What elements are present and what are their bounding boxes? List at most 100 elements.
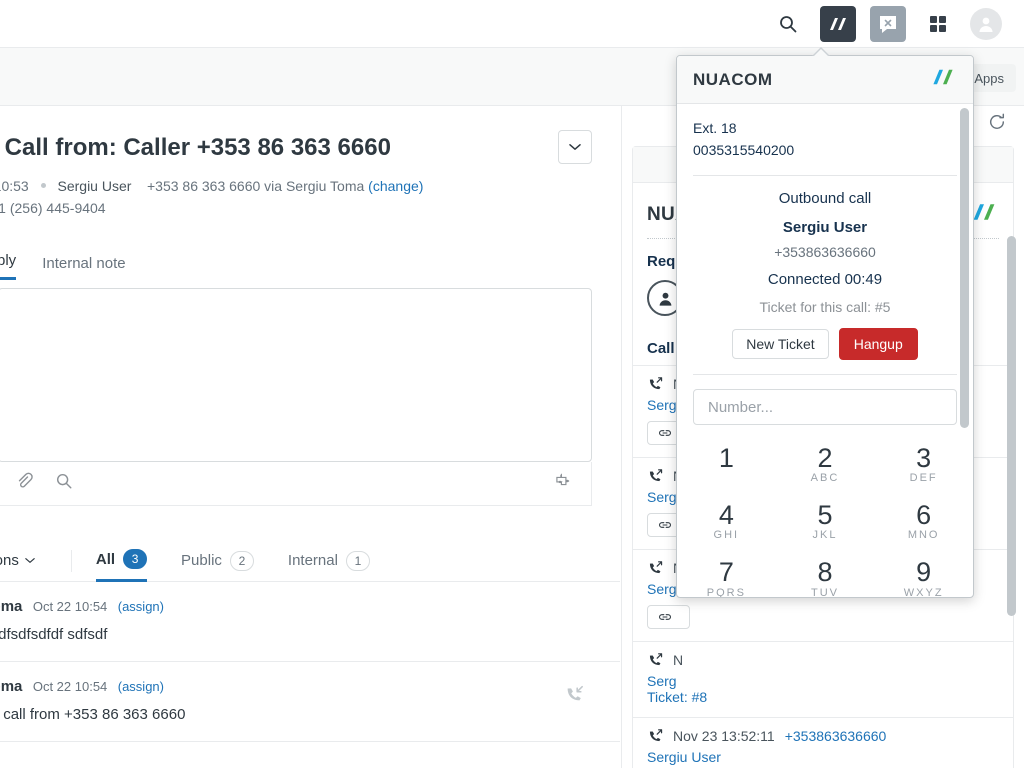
- filter-internal[interactable]: Internal 1: [288, 540, 370, 582]
- extension-label: Ext. 18: [693, 118, 957, 140]
- outbound-call-icon: [647, 468, 663, 484]
- change-requester-link[interactable]: (change): [368, 178, 423, 194]
- conversation-filter-bar: ersations All 3 Public 2 Internal 1: [0, 540, 620, 582]
- list-item[interactable]: iu Toma Oct 22 10:54 (assign) und call f…: [0, 662, 620, 742]
- dialpad-key-1[interactable]: 1: [677, 437, 776, 494]
- assign-link[interactable]: (assign): [118, 599, 164, 614]
- attachment-icon[interactable]: [15, 472, 33, 495]
- dialpad-key-letters: GHI: [677, 529, 776, 541]
- ticket-collapse-button[interactable]: [558, 130, 592, 164]
- popup-header: NUACOM: [677, 56, 973, 104]
- call-contact-name: Sergiu User: [693, 219, 957, 236]
- user-avatar-icon[interactable]: [970, 8, 1002, 40]
- call-line: Nov 23 13:52:11 +353863636660: [647, 728, 999, 744]
- scrollbar-thumb[interactable]: [960, 108, 969, 428]
- call-history-row[interactable]: N Serg Ticket: #8: [633, 641, 1013, 717]
- conversation-sort-select[interactable]: ersations: [0, 552, 35, 569]
- apps-grid-icon[interactable]: [920, 6, 956, 42]
- call-user[interactable]: Sergiu User: [647, 749, 999, 765]
- assign-link[interactable]: (assign): [118, 679, 164, 694]
- link-icon: [658, 427, 672, 439]
- ticket-header: ne Call from: Caller +353 86 363 6660 2 …: [0, 106, 620, 216]
- dial-input-placeholder: Number...: [708, 399, 773, 416]
- conversation-time: Oct 22 10:54: [33, 599, 107, 614]
- link-icon: [658, 519, 672, 531]
- call-direction-label: Outbound call: [693, 190, 957, 207]
- dialpad-key-letters: WXYZ: [874, 587, 973, 598]
- filter-all-label: All: [96, 551, 115, 568]
- divider: [693, 374, 957, 375]
- conversation-filters: All 3 Public 2 Internal 1: [96, 540, 370, 582]
- dialpad-key-letters: TUV: [776, 587, 875, 598]
- dialpad-key-number: 6: [874, 500, 973, 531]
- filter-all[interactable]: All 3: [96, 540, 147, 582]
- tab-internal-note[interactable]: Internal note: [42, 255, 125, 280]
- dialpad-key-number: 1: [677, 443, 776, 474]
- filter-all-count: 3: [123, 549, 147, 569]
- ticket-meta-time: 2 10:53: [0, 178, 29, 194]
- call-actions: New Ticket Hangup: [693, 328, 957, 360]
- active-call-info: Outbound call Sergiu User +353863636660 …: [677, 176, 973, 360]
- ticket-meta-phone: +1 (256) 445-9404: [0, 200, 596, 216]
- nuacom-logo-icon: [929, 65, 957, 94]
- call-history-row[interactable]: Nov 23 13:52:11 +353863636660 Sergiu Use…: [633, 717, 1013, 768]
- separator-dot: [41, 183, 46, 188]
- sidebar-inner-scrollbar[interactable]: [1006, 236, 1018, 656]
- link-icon: [658, 611, 672, 623]
- call-time: N: [673, 652, 683, 668]
- scrollbar-thumb[interactable]: [1007, 236, 1016, 616]
- app-root: Apps ne Call from: Caller +353 86 363 66…: [0, 0, 1024, 768]
- dialpad-key-2[interactable]: 2 ABC: [776, 437, 875, 494]
- new-ticket-button[interactable]: New Ticket: [732, 329, 828, 359]
- ticket-link[interactable]: Ticket: #8: [647, 689, 999, 705]
- conversation-body: und call from +353 86 363 6660: [0, 706, 596, 723]
- dialpad-key-7[interactable]: 7 PQRS: [677, 551, 776, 598]
- popup-scrollbar[interactable]: [960, 108, 969, 594]
- dial-number-input[interactable]: Number...: [693, 389, 957, 425]
- composer-search-icon[interactable]: [55, 472, 73, 495]
- ticket-chip[interactable]: [647, 605, 690, 629]
- outbound-call-icon: [647, 376, 663, 392]
- dialpad: 1 2 ABC 3 DEF 4 GHI 5 JKL 6 MNO: [677, 437, 973, 598]
- ticket-meta-via: +353 86 363 6660 via Sergiu Toma: [147, 178, 364, 194]
- conversation-sort-label: ersations: [0, 552, 19, 569]
- tab-public-reply[interactable]: c reply: [0, 252, 16, 280]
- search-icon[interactable]: [770, 6, 806, 42]
- list-item[interactable]: iu Toma Oct 22 10:54 (assign) df sdfsdfs…: [0, 582, 620, 662]
- reply-composer-textarea[interactable]: [0, 288, 592, 462]
- ticket-panel: ne Call from: Caller +353 86 363 6660 2 …: [0, 106, 620, 768]
- dialpad-key-8[interactable]: 8 TUV: [776, 551, 875, 598]
- dialpad-key-6[interactable]: 6 MNO: [874, 494, 973, 551]
- dialpad-key-number: 4: [677, 500, 776, 531]
- dialpad-key-letters: MNO: [874, 529, 973, 541]
- dialpad-key-number: 8: [776, 557, 875, 588]
- call-ticket-reference: Ticket for this call: #5: [693, 299, 957, 315]
- dialpad-key-9[interactable]: 9 WXYZ: [874, 551, 973, 598]
- call-user[interactable]: Serg: [647, 673, 999, 689]
- call-line: N: [647, 652, 999, 668]
- dialpad-key-letters: JKL: [776, 529, 875, 541]
- filter-internal-count: 1: [346, 551, 370, 571]
- chat-close-icon[interactable]: [870, 6, 906, 42]
- nuacom-logo-icon[interactable]: [820, 6, 856, 42]
- dialpad-key-5[interactable]: 5 JKL: [776, 494, 875, 551]
- filter-public-count: 2: [230, 551, 254, 571]
- conversation-author: iu Toma: [0, 598, 22, 615]
- inbound-call-icon: [564, 684, 584, 709]
- outbound-call-icon: [647, 728, 663, 744]
- filter-public[interactable]: Public 2: [181, 540, 254, 582]
- dialpad-key-number: 2: [776, 443, 875, 474]
- dialpad-key-letters: DEF: [874, 472, 973, 484]
- hangup-button[interactable]: Hangup: [839, 328, 918, 360]
- dialpad-key-3[interactable]: 3 DEF: [874, 437, 973, 494]
- conversation-author: iu Toma: [0, 678, 22, 695]
- refresh-icon[interactable]: [988, 113, 1006, 136]
- dialpad-key-letters: PQRS: [677, 587, 776, 598]
- filter-internal-label: Internal: [288, 552, 338, 569]
- dialpad-key-4[interactable]: 4 GHI: [677, 494, 776, 551]
- apps-puzzle-icon[interactable]: [555, 472, 575, 495]
- call-time: Nov 23 13:52:11: [673, 728, 775, 744]
- filter-public-label: Public: [181, 552, 222, 569]
- global-toolbar: [0, 0, 1024, 48]
- call-number[interactable]: +353863636660: [785, 728, 887, 744]
